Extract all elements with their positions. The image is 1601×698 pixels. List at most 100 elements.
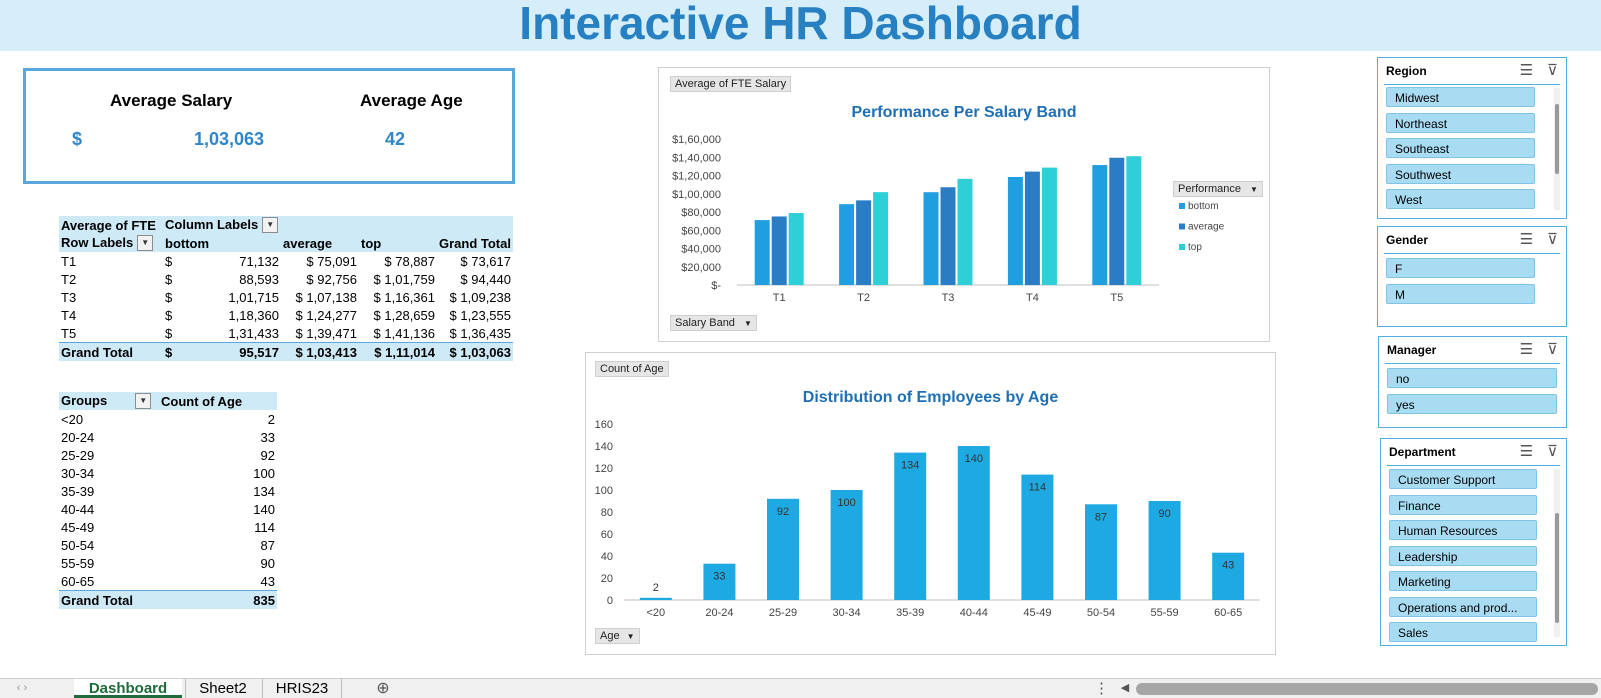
slicer-scrollbar[interactable] bbox=[1554, 469, 1560, 637]
x-tick-label: T4 bbox=[1026, 292, 1039, 304]
bar bbox=[957, 446, 990, 600]
filter-dropdown-icon[interactable]: ▼ bbox=[262, 217, 279, 234]
kpi-card: Average Salary $ 1,03,063 Average Age 42 bbox=[23, 68, 515, 184]
slicer-item[interactable]: yes bbox=[1387, 393, 1557, 414]
slicer-item[interactable]: Leadership bbox=[1389, 545, 1537, 566]
slicer-item[interactable]: Southwest bbox=[1386, 163, 1535, 184]
table-row: T3 $1,01,715 $ 1,07,138 $ 1,16,361 $ 1,09,23… bbox=[61, 289, 511, 305]
multi-select-icon[interactable]: ☰ bbox=[1520, 443, 1533, 460]
age-distribution-chart-svg: 0 20 40 60 80 100 120 140 160 2 <20 33 20-24 92 25-29 1… bbox=[595, 419, 1260, 619]
column-labels-cell[interactable]: Column Labels ▼ bbox=[163, 216, 513, 234]
y-tick-label: 160 bbox=[595, 419, 613, 431]
average-age-label: Average Age bbox=[360, 91, 463, 110]
slicer-item[interactable]: Marketing bbox=[1389, 571, 1537, 591]
legend-swatch bbox=[1179, 244, 1185, 250]
gender-slicer: Gender ☰ ⊽ F M bbox=[1377, 226, 1567, 327]
x-tick-label: 40-44 bbox=[960, 607, 988, 619]
slicer-item[interactable]: West bbox=[1386, 189, 1535, 209]
table-row: 50-54 87 bbox=[61, 537, 275, 553]
slicer-item[interactable]: Finance bbox=[1389, 494, 1537, 515]
table-row: 60-65 43 bbox=[61, 573, 275, 589]
age-pivot-table: Groups ▼ Count of Age <20 2 20-24 33 25-29 92 3… bbox=[59, 392, 277, 609]
y-tick-label: 40 bbox=[601, 551, 613, 563]
multi-select-icon[interactable]: ☰ bbox=[1520, 62, 1533, 79]
scrollbar-thumb[interactable] bbox=[1555, 513, 1559, 623]
row-labels-cell[interactable]: Row Labels ▼ bbox=[59, 234, 163, 252]
performance-chart[interactable]: Average of FTE Salary Performance Per Sa… bbox=[658, 67, 1270, 342]
y-tick-label: 100 bbox=[595, 485, 613, 497]
y-tick-label: $- bbox=[711, 280, 721, 292]
slicer-item[interactable]: Southeast bbox=[1386, 138, 1535, 158]
data-label: 2 bbox=[653, 582, 659, 594]
sheet-tab-bar: ‹ › Dashboard Sheet2 HRIS23 ⊕ ⋮ ◀ bbox=[0, 678, 1601, 698]
table-row: T4 $1,18,360 $ 1,24,277 $ 1,28,659 $ 1,23,55… bbox=[61, 307, 511, 323]
y-tick-label: 140 bbox=[595, 441, 613, 453]
table-row: T1 $71,132 $ 75,091 $ 78,887 $ 73,617 bbox=[61, 253, 511, 269]
x-tick-label: 55-59 bbox=[1151, 607, 1179, 619]
x-tick-label: T2 bbox=[857, 292, 870, 304]
multi-select-icon[interactable]: ☰ bbox=[1520, 231, 1533, 248]
slicer-item[interactable]: Customer Support bbox=[1389, 469, 1537, 489]
tab-dashboard[interactable]: Dashboard bbox=[74, 679, 182, 698]
filter-dropdown-icon[interactable]: ▼ bbox=[137, 235, 154, 252]
clear-filter-icon[interactable]: ⊽ bbox=[1547, 341, 1558, 358]
more-options-icon[interactable]: ⋮ bbox=[1094, 679, 1109, 698]
bar-top bbox=[788, 213, 804, 285]
x-tick-label: T3 bbox=[942, 292, 955, 304]
tab-hris23[interactable]: HRIS23 bbox=[262, 679, 342, 698]
legend-label: average bbox=[1188, 222, 1225, 233]
scroll-left-icon[interactable]: ◀ bbox=[1118, 679, 1132, 698]
slicer-item[interactable]: Midwest bbox=[1386, 87, 1535, 107]
table-row: 30-34 100 bbox=[61, 465, 275, 481]
slicer-item[interactable]: F bbox=[1386, 258, 1535, 278]
slicer-item[interactable]: no bbox=[1387, 368, 1557, 388]
table-row: 45-49 114 bbox=[61, 519, 275, 535]
bar-top bbox=[1041, 167, 1057, 285]
slicer-title: Region bbox=[1386, 64, 1427, 78]
y-tick-label: $1,40,000 bbox=[672, 152, 721, 164]
y-tick-label: 120 bbox=[595, 463, 613, 475]
slicer-item[interactable]: Operations and prod... bbox=[1389, 596, 1537, 617]
slicer-title: Department bbox=[1389, 445, 1456, 459]
sheet-nav-arrows-icon[interactable]: ‹ › bbox=[2, 679, 42, 698]
horizontal-scrollbar[interactable] bbox=[1136, 683, 1598, 695]
performance-chart-svg: $- $20,000 $40,000 $60,000 $80,000 $1,00,000 $… bbox=[672, 134, 1225, 304]
tab-sheet2[interactable]: Sheet2 bbox=[185, 679, 260, 698]
legend-label: top bbox=[1188, 242, 1202, 253]
groups-header[interactable]: Groups ▼ bbox=[59, 392, 159, 410]
clear-filter-icon[interactable]: ⊽ bbox=[1547, 443, 1558, 460]
slicer-item[interactable]: M bbox=[1386, 283, 1535, 304]
slicer-scrollbar[interactable] bbox=[1554, 88, 1560, 210]
data-label: 33 bbox=[713, 571, 725, 583]
clear-filter-icon[interactable]: ⊽ bbox=[1547, 62, 1558, 79]
bar-bottom bbox=[839, 204, 855, 285]
plus-icon[interactable]: ⊕ bbox=[372, 679, 394, 698]
header-average: average bbox=[283, 235, 333, 251]
scrollbar-thumb[interactable] bbox=[1555, 104, 1559, 174]
age-distribution-chart[interactable]: Count of Age Distribution of Employees b… bbox=[585, 352, 1276, 655]
table-row-grand-total: Grand Total 835 bbox=[59, 590, 277, 609]
slicer-item[interactable]: Human Resources bbox=[1389, 520, 1537, 540]
filter-dropdown-icon[interactable]: ▼ bbox=[135, 393, 152, 410]
x-tick-label: 60-65 bbox=[1214, 607, 1242, 619]
multi-select-icon[interactable]: ☰ bbox=[1520, 341, 1533, 358]
table-row: 40-44 140 bbox=[61, 501, 275, 517]
slicer-item[interactable]: Northeast bbox=[1386, 112, 1535, 133]
table-row: 20-24 33 bbox=[61, 429, 275, 445]
bar bbox=[639, 597, 672, 600]
slicer-divider bbox=[1384, 84, 1560, 85]
x-tick-label: T1 bbox=[773, 292, 786, 304]
region-slicer: Region ☰ ⊽ Midwest Northeast Southeast Southwe… bbox=[1377, 57, 1567, 219]
y-tick-label: $80,000 bbox=[681, 207, 721, 219]
slicer-item[interactable]: Sales bbox=[1389, 622, 1537, 642]
clear-filter-icon[interactable]: ⊽ bbox=[1547, 231, 1558, 248]
department-slicer: Department ☰ ⊽ Customer Support Finance Human… bbox=[1380, 438, 1567, 646]
bar-average bbox=[1024, 171, 1040, 285]
slicer-divider bbox=[1385, 363, 1560, 364]
bar-average bbox=[940, 187, 956, 285]
count-of-age-header: Count of Age bbox=[161, 393, 243, 409]
data-label: 90 bbox=[1158, 508, 1170, 520]
table-row-grand-total: Grand Total $95,517 $ 1,03,413 $ 1,11,01… bbox=[59, 342, 513, 361]
table-row: 55-59 90 bbox=[61, 555, 275, 571]
y-tick-label: 20 bbox=[601, 573, 613, 585]
